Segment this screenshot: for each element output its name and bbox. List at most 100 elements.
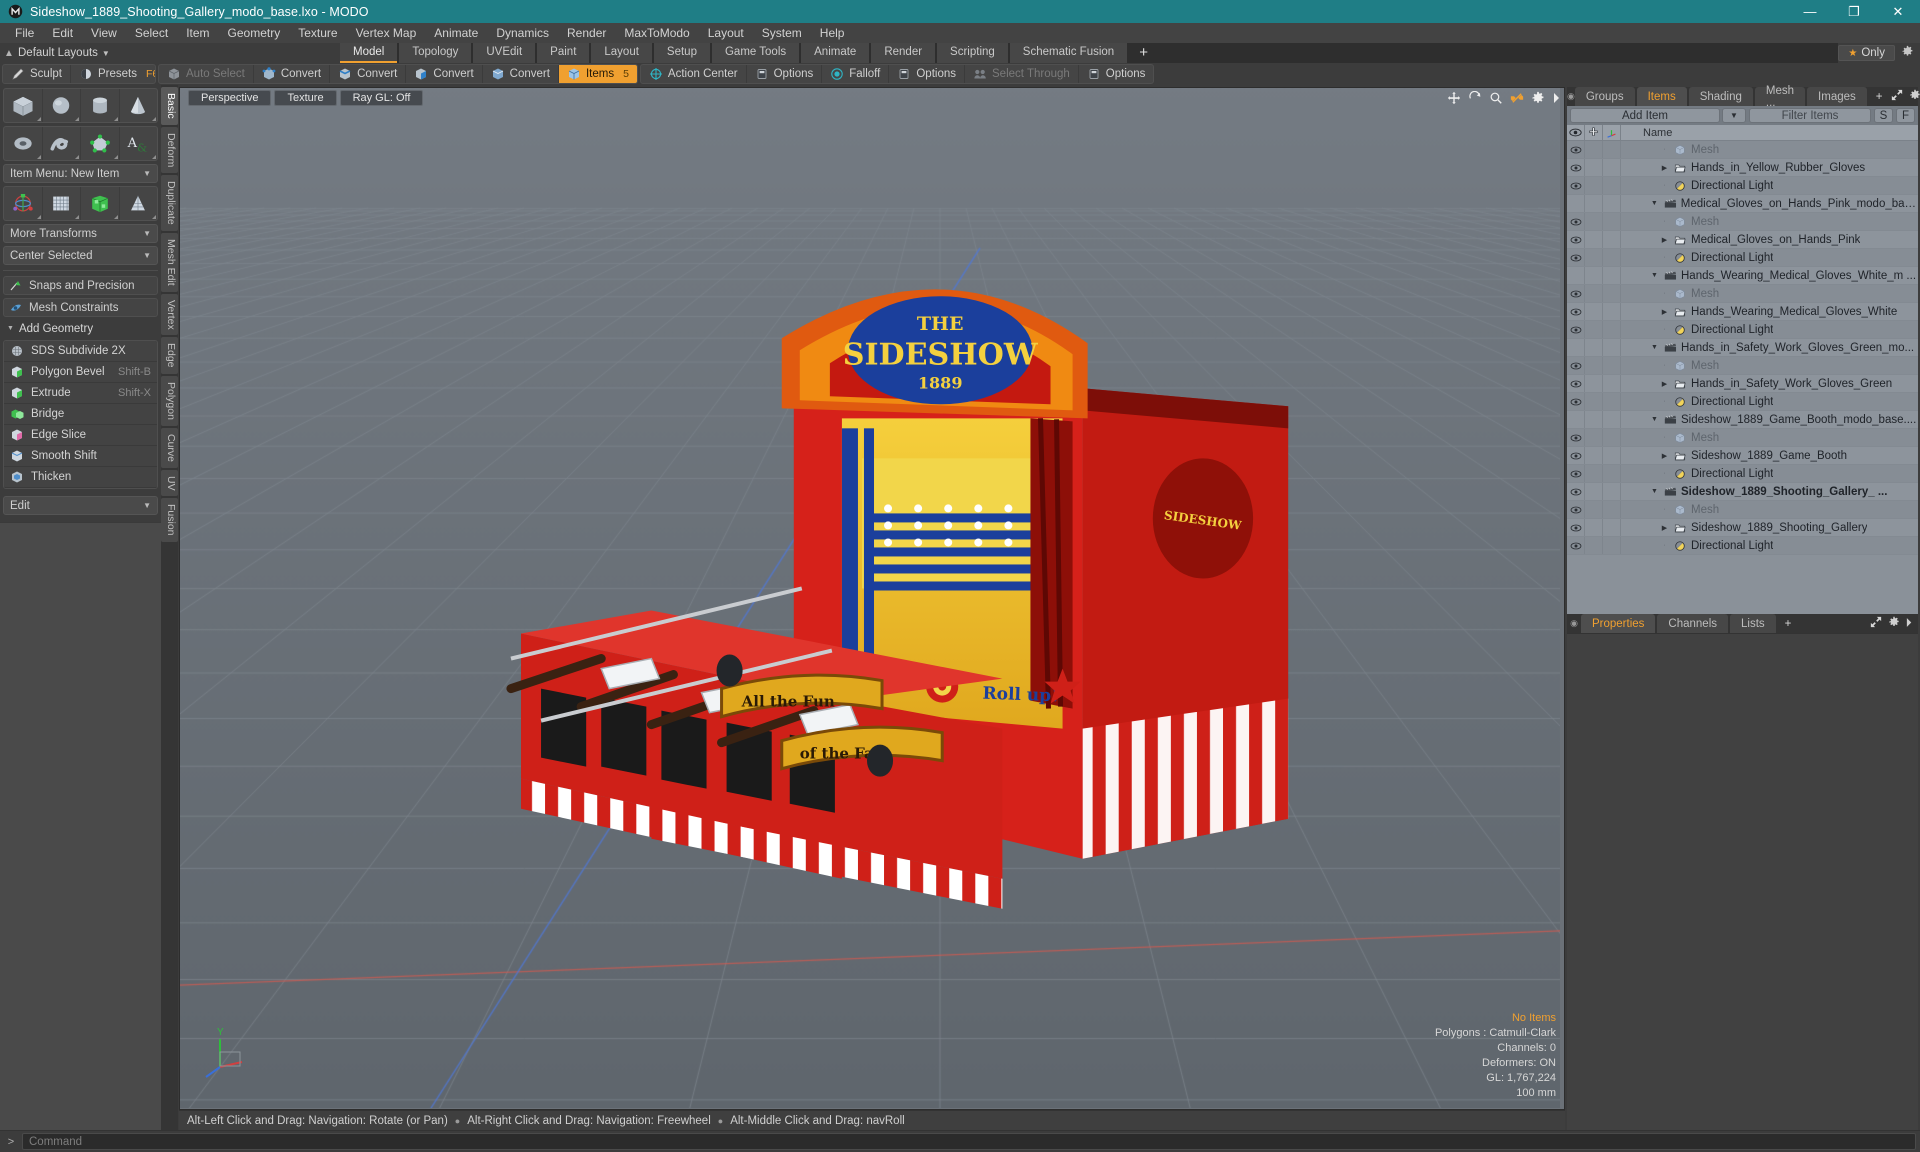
- item-name-cell[interactable]: ▼ Sideshow_1889_Shooting_Gallery_ ...: [1621, 483, 1918, 500]
- gear-icon[interactable]: [1909, 89, 1920, 104]
- add-toggle-cell[interactable]: [1585, 267, 1603, 284]
- axis-toggle-cell[interactable]: [1603, 465, 1621, 482]
- axis-toggle-cell[interactable]: [1603, 519, 1621, 536]
- axis-toggle-cell[interactable]: [1603, 141, 1621, 158]
- tab-shading[interactable]: Shading: [1688, 87, 1753, 106]
- axis-toggle-cell[interactable]: [1603, 231, 1621, 248]
- axis-toggle-cell[interactable]: [1603, 321, 1621, 338]
- add-properties-tab-button[interactable]: +: [1778, 614, 1799, 633]
- tree-leaf-marker[interactable]: ·: [1659, 470, 1670, 477]
- gear-icon[interactable]: [1888, 616, 1900, 631]
- expander-collapse-icon[interactable]: ▼: [1649, 200, 1660, 207]
- raygl-button[interactable]: Ray GL: Off: [339, 89, 424, 106]
- items-list-row[interactable]: ▶ Sideshow_1889_Shooting_Gallery: [1567, 519, 1918, 537]
- add-toggle-cell[interactable]: [1585, 465, 1603, 482]
- tab-mesh[interactable]: Mesh ...: [1754, 85, 1806, 109]
- add-toggle-cell[interactable]: [1585, 231, 1603, 248]
- menu-item-select[interactable]: Select: [126, 23, 177, 43]
- action-center-button[interactable]: Action Center: [641, 65, 747, 83]
- cone-primitive-icon[interactable]: [120, 89, 158, 122]
- expander-expand-icon[interactable]: ▶: [1659, 236, 1670, 244]
- tool-edge-slice[interactable]: Edge Slice: [4, 425, 157, 446]
- items-list-row[interactable]: ▶ Hands_Wearing_Medical_Gloves_White: [1567, 303, 1918, 321]
- sphere-primitive-icon[interactable]: [43, 89, 81, 122]
- item-name-cell[interactable]: ▶ Sideshow_1889_Shooting_Gallery: [1621, 519, 1918, 536]
- item-name-cell[interactable]: · Directional Light: [1621, 537, 1918, 554]
- visibility-eye-icon[interactable]: [1567, 339, 1585, 356]
- items-list-row[interactable]: ▼ Medical_Gloves_on_Hands_Pink_modo_bas..…: [1567, 195, 1918, 213]
- items-list-row[interactable]: · Mesh: [1567, 213, 1918, 231]
- expand-icon[interactable]: [1891, 89, 1903, 104]
- items-list-row[interactable]: ▶ Hands_in_Safety_Work_Gloves_Green: [1567, 375, 1918, 393]
- select-through-button[interactable]: Select Through: [965, 65, 1079, 83]
- tube-primitive-icon[interactable]: [43, 127, 81, 160]
- visibility-eye-icon[interactable]: [1567, 501, 1585, 518]
- tab-images[interactable]: Images: [1807, 87, 1867, 106]
- add-toggle-cell[interactable]: [1585, 357, 1603, 374]
- add-toggle-cell[interactable]: [1585, 177, 1603, 194]
- items-list-row[interactable]: · Mesh: [1567, 357, 1918, 375]
- menu-item-texture[interactable]: Texture: [289, 23, 346, 43]
- tab-paint[interactable]: Paint: [537, 43, 590, 63]
- axis-toggle-cell[interactable]: [1603, 411, 1621, 428]
- items-list-row[interactable]: ▶ Hands_in_Yellow_Rubber_Gloves: [1567, 159, 1918, 177]
- tool-polygon-bevel[interactable]: Polygon Bevel Shift-B: [4, 362, 157, 383]
- tab-properties[interactable]: Properties: [1581, 614, 1656, 633]
- tree-leaf-marker[interactable]: ·: [1659, 542, 1670, 549]
- expander-expand-icon[interactable]: ▶: [1659, 380, 1670, 388]
- menu-item-item[interactable]: Item: [177, 23, 218, 43]
- presets-button[interactable]: Presets F6: [71, 65, 155, 83]
- visibility-eye-icon[interactable]: [1567, 537, 1585, 554]
- visibility-eye-icon[interactable]: [1567, 159, 1585, 176]
- more-transforms-dropdown[interactable]: More Transforms ▼: [3, 224, 158, 243]
- pin-up-icon[interactable]: ▲: [0, 48, 18, 59]
- items-list-row[interactable]: · Mesh: [1567, 141, 1918, 159]
- tab-schematic-fusion[interactable]: Schematic Fusion: [1009, 43, 1128, 63]
- menu-item-animate[interactable]: Animate: [425, 23, 487, 43]
- tab-scripting[interactable]: Scripting: [937, 43, 1008, 63]
- axis-toggle-cell[interactable]: [1603, 357, 1621, 374]
- axis-toggle-cell[interactable]: [1603, 267, 1621, 284]
- tab-lists[interactable]: Lists: [1730, 614, 1776, 633]
- tool-sds-subdivide[interactable]: SDS Subdivide 2X: [4, 341, 157, 362]
- mesh-constraints-button[interactable]: Mesh Constraints: [3, 298, 158, 317]
- tree-leaf-marker[interactable]: ·: [1659, 146, 1670, 153]
- pan-icon[interactable]: [1447, 91, 1461, 105]
- visibility-eye-icon[interactable]: [1567, 231, 1585, 248]
- visibility-eye-icon[interactable]: [1567, 411, 1585, 428]
- tree-leaf-marker[interactable]: ·: [1659, 362, 1670, 369]
- green-poly-icon[interactable]: [81, 187, 120, 220]
- chevron-right-icon[interactable]: [1906, 617, 1913, 631]
- add-geometry-section-header[interactable]: ▼ Add Geometry: [3, 320, 158, 337]
- item-name-cell[interactable]: ▼ Sideshow_1889_Game_Booth_modo_base....: [1621, 411, 1918, 428]
- command-input[interactable]: [22, 1133, 1916, 1150]
- 3d-viewport[interactable]: Perspective Texture Ray GL: Off THE SIDE…: [179, 87, 1565, 1110]
- cube-primitive-icon[interactable]: [4, 89, 43, 122]
- visibility-eye-icon[interactable]: [1567, 195, 1585, 212]
- menu-item-edit[interactable]: Edit: [43, 23, 82, 43]
- visibility-eye-icon[interactable]: [1567, 429, 1585, 446]
- visibility-eye-icon[interactable]: [1567, 267, 1585, 284]
- snaps-and-precision-button[interactable]: Snaps and Precision: [3, 276, 158, 295]
- tool-smooth-shift[interactable]: Smooth Shift: [4, 446, 157, 467]
- cylinder-primitive-icon[interactable]: [81, 89, 120, 122]
- expand-icon[interactable]: [1870, 616, 1882, 631]
- minimize-button[interactable]: —: [1788, 0, 1832, 23]
- add-toggle-cell[interactable]: [1585, 411, 1603, 428]
- visibility-eye-icon[interactable]: [1567, 249, 1585, 266]
- vtab-vertex[interactable]: Vertex: [161, 293, 178, 336]
- visibility-eye-icon[interactable]: [1567, 357, 1585, 374]
- center-selected-dropdown[interactable]: Center Selected ▼: [3, 246, 158, 265]
- tab-uvedit[interactable]: UVEdit: [473, 43, 536, 63]
- add-toggle-cell[interactable]: [1585, 429, 1603, 446]
- visibility-eye-icon[interactable]: [1567, 285, 1585, 302]
- panel-menu-icon[interactable]: ◉: [1567, 87, 1575, 106]
- action-center-options-button[interactable]: Options: [747, 65, 823, 83]
- axis-toggle-cell[interactable]: [1603, 393, 1621, 410]
- items-list-row[interactable]: ▼ Hands_Wearing_Medical_Gloves_White_m ..…: [1567, 267, 1918, 285]
- visibility-eye-icon[interactable]: [1567, 393, 1585, 410]
- items-list-row[interactable]: ▶ Sideshow_1889_Game_Booth: [1567, 447, 1918, 465]
- layout-selector[interactable]: ▲ Default Layouts ▼: [0, 43, 340, 63]
- axis-toggle-cell[interactable]: [1603, 195, 1621, 212]
- vtab-basic[interactable]: Basic: [161, 87, 178, 125]
